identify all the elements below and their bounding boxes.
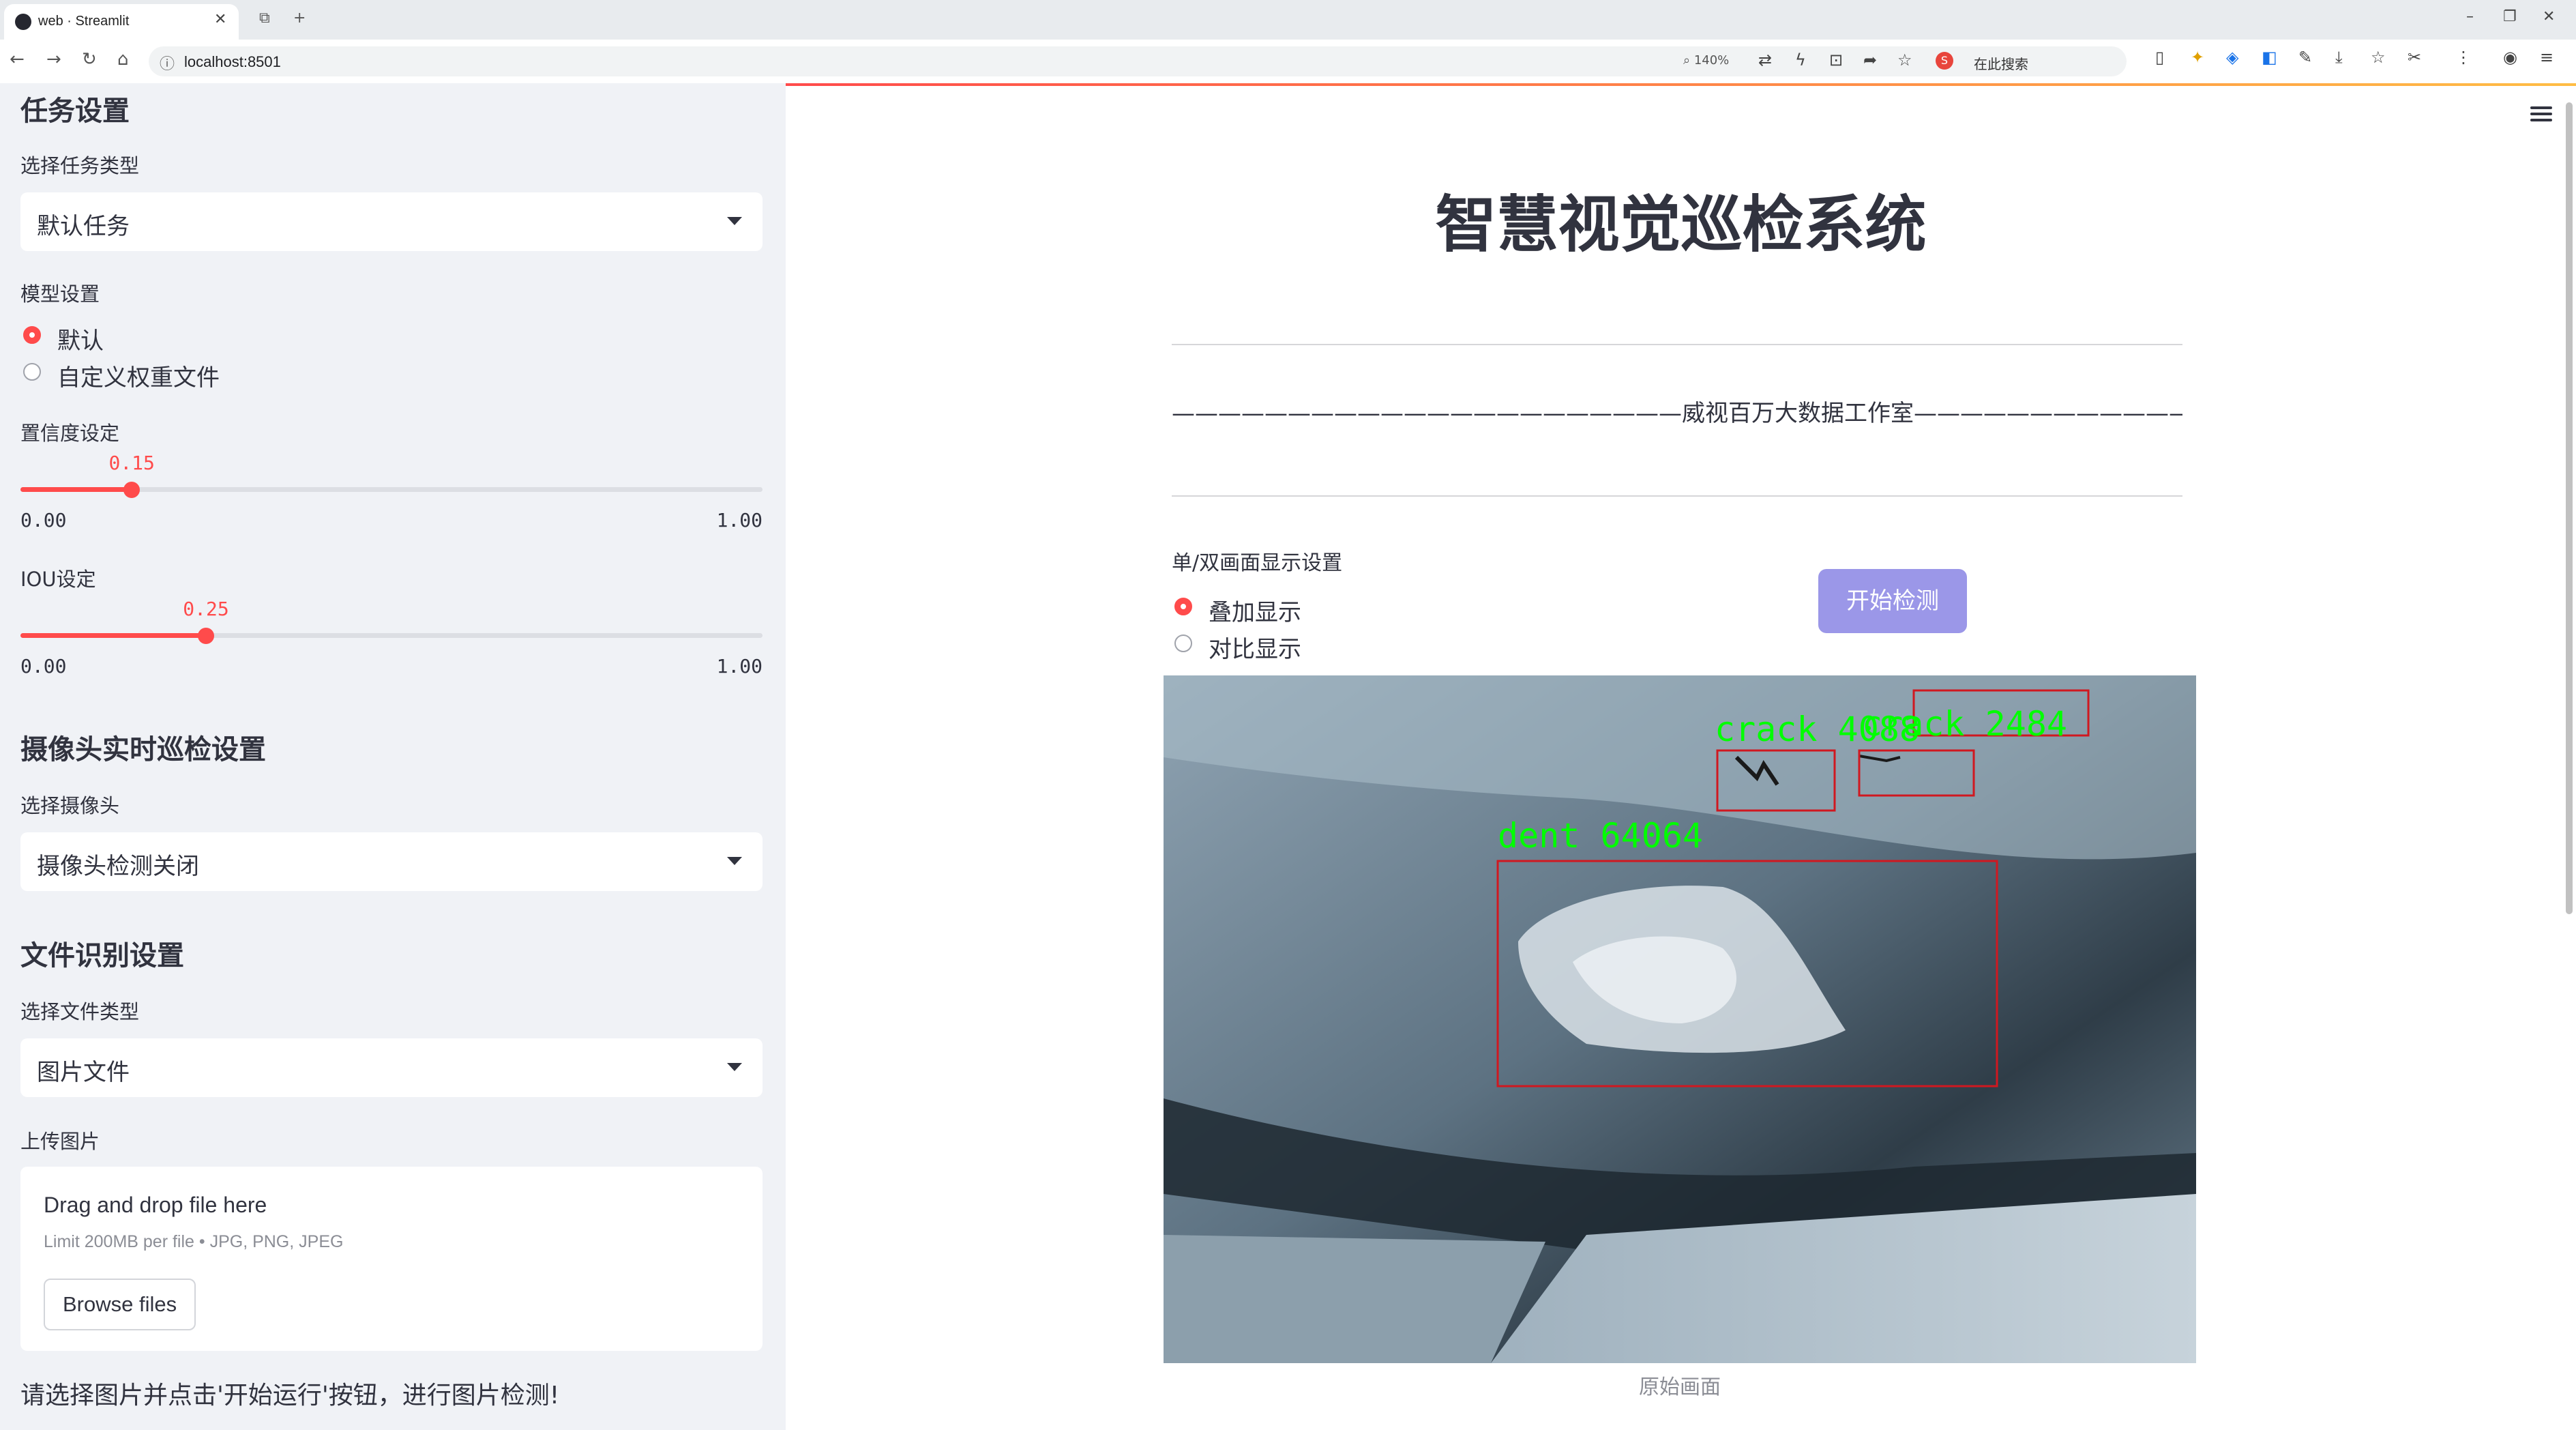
confidence-label: 置信度设定 (20, 422, 120, 445)
sidebar: 任务设置 选择任务类型 默认任务 模型设置 默认 自定义权重文件 置信度设定 0… (0, 83, 786, 1430)
detection-label-crack-2: crack 2484 (1862, 704, 2067, 744)
detection-label-dent: dent 64064 (1498, 816, 1703, 856)
reading-mode-icon[interactable]: ▯ (2155, 48, 2164, 67)
image-caption: 原始画面 (1639, 1375, 1721, 1399)
extension-pen-icon[interactable]: ✎ (2298, 48, 2312, 67)
start-detection-button[interactable]: 开始检测 (1818, 569, 1967, 633)
chevron-down-icon (727, 1063, 742, 1071)
tab-title: web · Streamlit (38, 14, 130, 29)
upload-label: 上传图片 (20, 1130, 100, 1153)
profile-avatar-icon[interactable]: ◉ (2503, 48, 2517, 67)
camera-select[interactable]: 摄像头检测关闭 (20, 832, 763, 891)
share-icon[interactable]: ➦ (1863, 50, 1877, 70)
search-engine-icon: S (1936, 52, 1953, 70)
main-menu-icon[interactable] (2530, 106, 2552, 121)
slider-thumb[interactable] (123, 482, 140, 498)
detection-image: crack 4088 crack 2484 dent 64064 (1164, 675, 2196, 1363)
reload-icon[interactable]: ↻ (82, 49, 97, 70)
browser-menu-icon[interactable]: ≡ (2540, 48, 2553, 67)
streamlit-favicon-icon (15, 14, 31, 30)
photo-floor-left (1164, 1235, 1545, 1363)
back-icon[interactable]: ← (10, 49, 25, 70)
display-settings-label: 单/双画面显示设置 (1172, 551, 1343, 575)
slider-fill (20, 487, 132, 492)
iou-value: 0.25 (183, 598, 229, 620)
confidence-slider[interactable]: 0.15 0.00 1.00 (20, 452, 763, 531)
studio-subtitle: ——————————————————————威视百万大数据工作室————————… (1172, 400, 2182, 427)
slider-thumb[interactable] (198, 628, 214, 644)
extension-box-icon[interactable]: ◧ (2262, 48, 2277, 67)
radio-unselected-icon (23, 363, 41, 381)
search-engine-box[interactable]: S 在此搜索 (1936, 52, 2113, 72)
browser-tab[interactable]: web · Streamlit ✕ (4, 4, 239, 40)
page-title: 智慧视觉巡检系统 (1435, 189, 1927, 261)
restore-icon[interactable]: ❐ (2503, 8, 2517, 25)
slider-fill (20, 633, 206, 638)
file-type-value: 图片文件 (37, 1059, 130, 1086)
task-type-label: 选择任务类型 (20, 154, 140, 177)
tab-groups-icon[interactable]: ⧉ (259, 10, 270, 27)
new-tab-icon[interactable]: + (293, 10, 306, 27)
site-info-icon[interactable]: ⓘ (160, 52, 175, 74)
address-toolbar: ← → ↻ ⌂ ⓘ localhost:8501 ⌕ 140% ⇄ ϟ ⊡ ➦ … (0, 40, 2576, 85)
search-placeholder: 在此搜索 (1974, 56, 2028, 72)
chevron-down-icon (727, 857, 742, 865)
minimize-icon[interactable]: – (2466, 8, 2474, 25)
task-settings-heading: 任务设置 (20, 96, 130, 127)
top-decoration-bar (786, 83, 2576, 86)
tab-close-icon[interactable]: ✕ (214, 11, 226, 28)
file-type-select[interactable]: 图片文件 (20, 1038, 763, 1097)
file-settings-heading: 文件识别设置 (20, 940, 184, 972)
display-option-label: 对比显示 (1209, 636, 1301, 663)
radio-selected-icon (1174, 598, 1192, 615)
translate-icon[interactable]: ⇄ (1758, 50, 1772, 70)
window-close-icon[interactable]: ✕ (2543, 8, 2555, 25)
zoom-level: 140% (1693, 53, 1730, 68)
favorites-icon[interactable]: ☆ (2371, 48, 2386, 67)
lightning-icon[interactable]: ϟ (1795, 50, 1806, 70)
address-bar[interactable]: ⓘ localhost:8501 ⌕ 140% ⇄ ϟ ⊡ ➦ ☆ S 在此搜索 (149, 46, 2127, 76)
zoom-icon: ⌕ (1683, 53, 1694, 68)
task-type-select[interactable]: 默认任务 (20, 192, 763, 251)
more-menu-icon[interactable]: ⋮ (2455, 48, 2472, 67)
slider-max: 1.00 (716, 655, 763, 677)
scissors-icon[interactable]: ✂ (2408, 48, 2421, 67)
slider-max: 1.00 (716, 509, 763, 531)
model-settings-label: 模型设置 (20, 282, 100, 306)
camera-settings-heading: 摄像头实时巡检设置 (20, 734, 266, 765)
divider (1172, 344, 2182, 345)
slider-min: 0.00 (20, 655, 67, 677)
slider-min: 0.00 (20, 509, 67, 531)
display-option-label: 叠加显示 (1209, 599, 1301, 626)
task-type-value: 默认任务 (37, 213, 130, 240)
camera-select-value: 摄像头检测关闭 (37, 853, 199, 880)
instruction-text: 请选择图片并点击'开始运行'按钮，进行图片检测! (20, 1382, 560, 1410)
url-text[interactable]: localhost:8501 (184, 53, 281, 71)
upload-drag-text: Drag and drop file here (44, 1193, 267, 1217)
model-option-label: 自定义权重文件 (57, 364, 220, 392)
radio-selected-icon (23, 326, 41, 344)
iou-label: IOU设定 (20, 568, 96, 591)
upload-limit-text: Limit 200MB per file • JPG, PNG, JPEG (44, 1232, 344, 1251)
file-type-label: 选择文件类型 (20, 1000, 140, 1023)
file-uploader-dropzone[interactable]: Drag and drop file here Limit 200MB per … (20, 1167, 763, 1351)
extension-translate-icon[interactable]: ◈ (2226, 48, 2238, 67)
screenshot-icon[interactable]: ⊡ (1829, 50, 1843, 70)
download-icon[interactable]: ⤓ (2335, 48, 2343, 67)
forward-icon[interactable]: → (46, 49, 61, 70)
extension-icon[interactable]: ✦ (2191, 48, 2204, 67)
inspection-photo: crack 4088 crack 2484 dent 64064 (1164, 675, 2196, 1363)
camera-select-label: 选择摄像头 (20, 794, 120, 817)
iou-slider[interactable]: 0.25 0.00 1.00 (20, 598, 763, 677)
bookmark-star-icon[interactable]: ☆ (1897, 50, 1912, 70)
confidence-value: 0.15 (108, 452, 155, 474)
browse-files-button[interactable]: Browse files (44, 1279, 196, 1330)
model-option-label: 默认 (57, 327, 104, 355)
home-icon[interactable]: ⌂ (117, 49, 129, 70)
chevron-down-icon (727, 217, 742, 225)
radio-unselected-icon (1174, 634, 1192, 652)
zoom-indicator[interactable]: ⌕ 140% (1683, 53, 1729, 68)
divider (1172, 495, 2182, 497)
browser-tab-bar: web · Streamlit ✕ ⧉ + – ❐ ✕ (0, 0, 2576, 40)
